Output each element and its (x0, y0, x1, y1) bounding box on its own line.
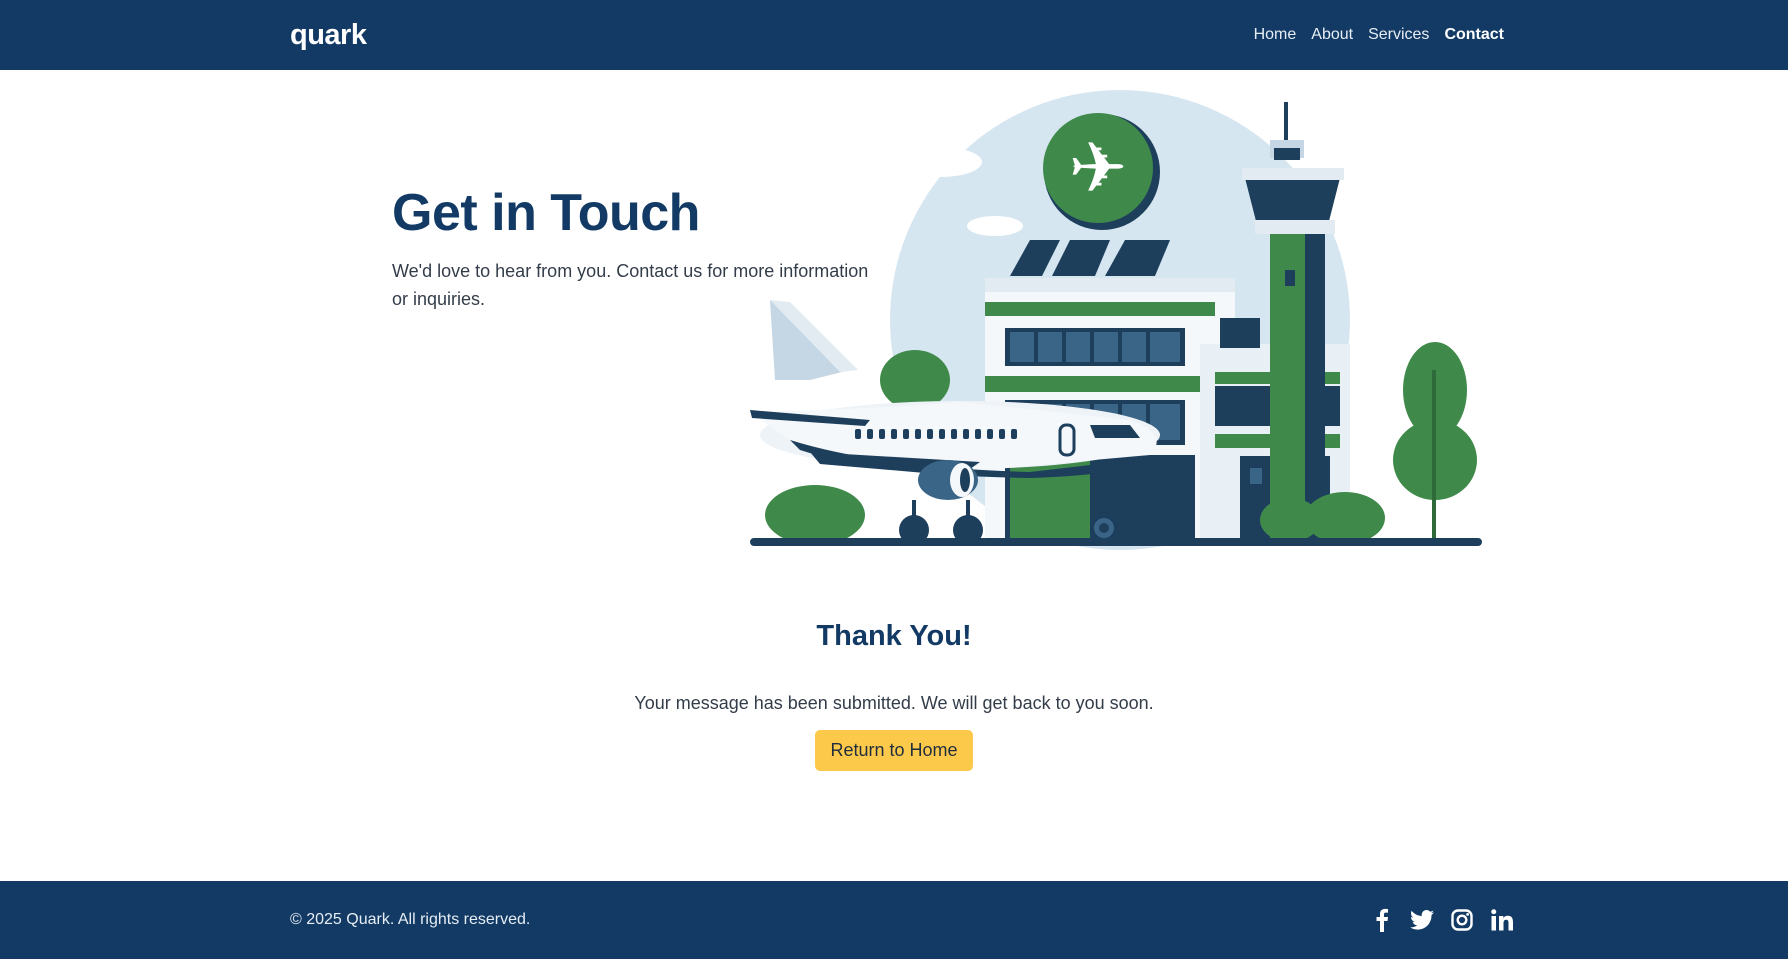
copyright-text: © 2025 Quark. All rights reserved. (290, 911, 531, 928)
svg-text:✈: ✈ (1069, 127, 1128, 209)
nav-link-contact[interactable]: Contact (1444, 26, 1504, 44)
nav-link-about[interactable]: About (1311, 26, 1353, 44)
submission-message: Your message has been submitted. We will… (634, 693, 1154, 713)
return-home-button[interactable]: Return to Home (815, 730, 973, 771)
tree-right (1393, 342, 1477, 540)
cloud (967, 216, 1023, 236)
footer-inner: © 2025 Quark. All rights reserved. (290, 881, 1514, 959)
linkedin-icon[interactable] (1490, 908, 1514, 932)
cloud (903, 138, 947, 166)
nav-link-home[interactable]: Home (1254, 26, 1297, 44)
twitter-icon[interactable] (1410, 908, 1434, 932)
thank-you-section: Thank You! Your message has been submitt… (0, 620, 1788, 771)
solar-panels (1010, 240, 1170, 276)
ground-line (750, 538, 1482, 546)
social-links (1370, 908, 1514, 932)
navbar: quark Home About Services Contact (0, 0, 1788, 70)
footer: © 2025 Quark. All rights reserved. (0, 881, 1788, 959)
facebook-icon[interactable] (1370, 908, 1394, 932)
brand-logo[interactable]: quark (290, 19, 367, 52)
nav-links: Home About Services Contact (1254, 26, 1504, 44)
instagram-icon[interactable] (1450, 908, 1474, 932)
hero-section: Get in Touch We'd love to hear from you.… (0, 70, 1788, 570)
airport-illustration: ✈ (750, 90, 1482, 550)
thank-you-title: Thank You! (816, 620, 972, 652)
nav-link-services[interactable]: Services (1368, 26, 1429, 44)
navbar-inner: quark Home About Services Contact (290, 0, 1504, 70)
